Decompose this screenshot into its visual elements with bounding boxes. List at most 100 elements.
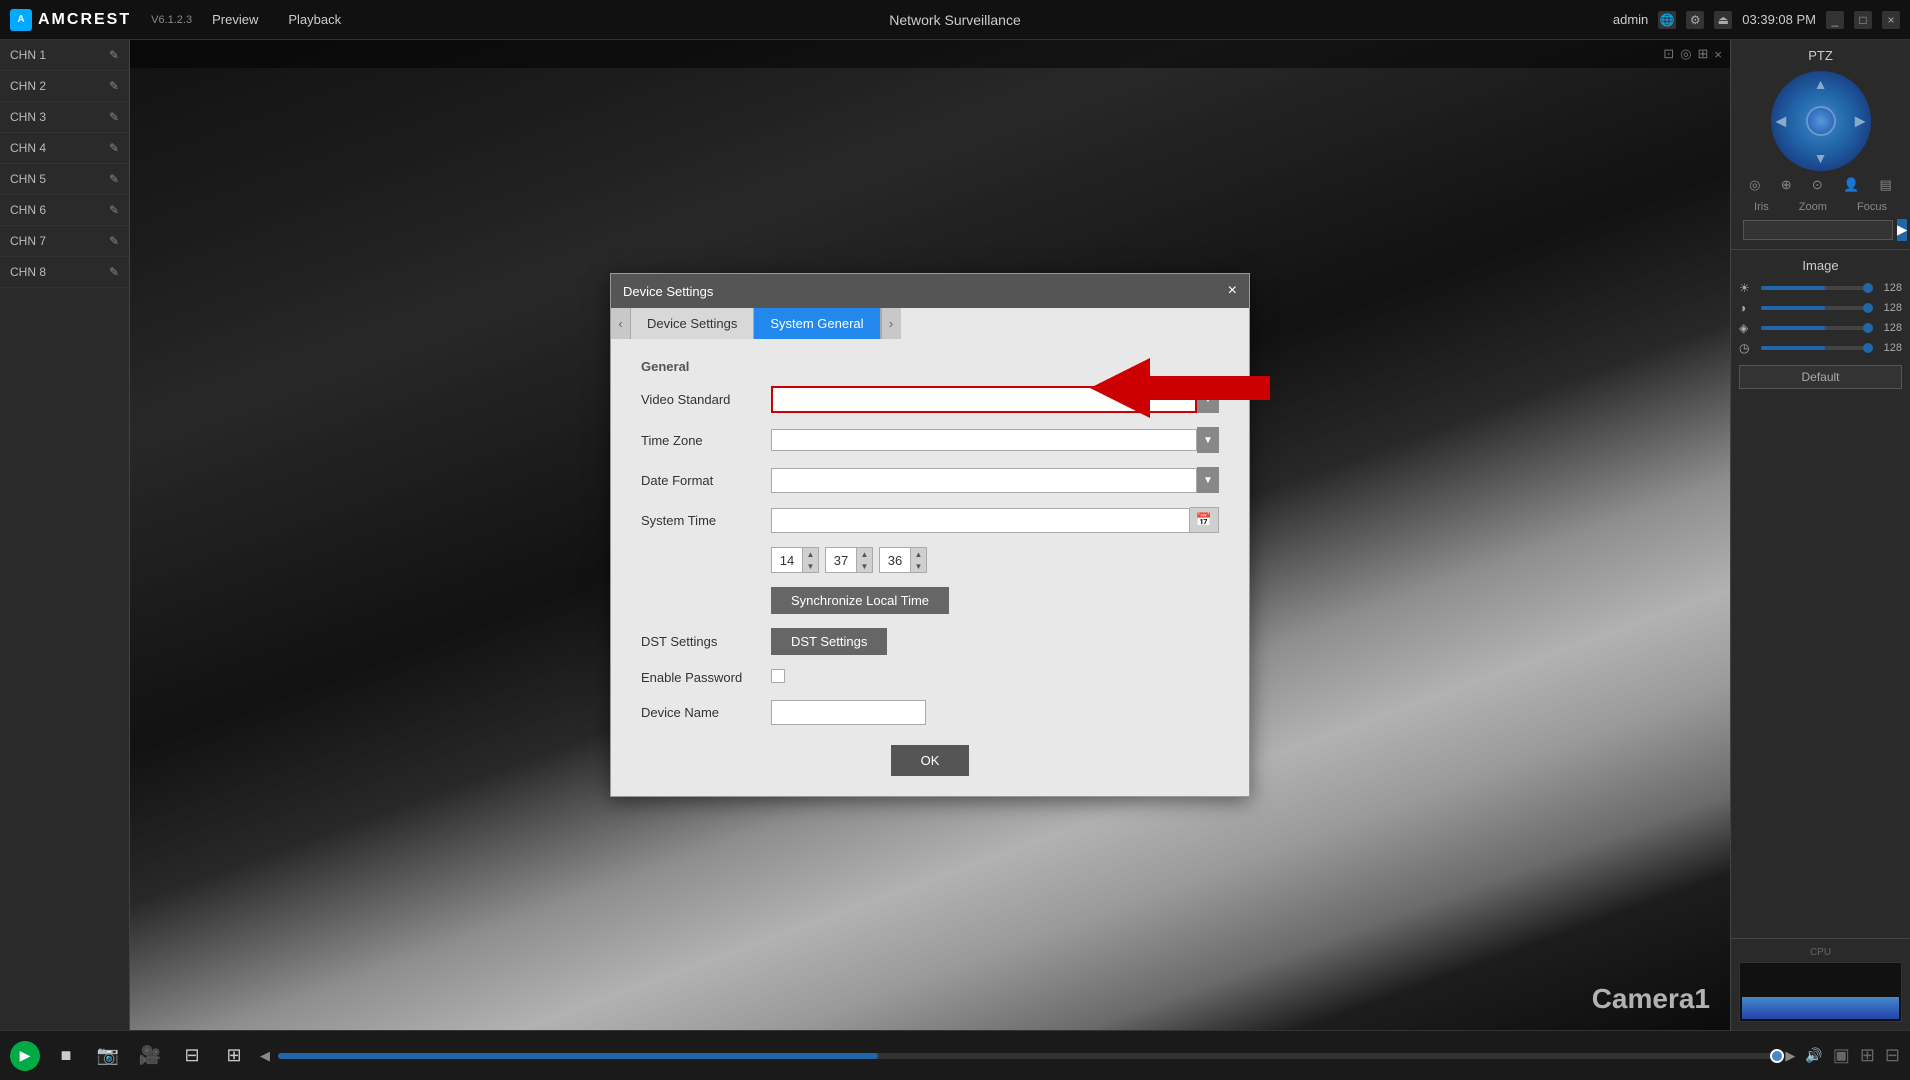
device-name-input[interactable]: mrom960wt: [771, 700, 926, 725]
sync-local-time-button[interactable]: Synchronize Local Time: [771, 587, 949, 614]
minute-spinner-buttons: ▲ ▼: [856, 548, 872, 572]
restore-icon[interactable]: □: [1854, 11, 1872, 29]
grid-layout-button[interactable]: ⊟: [1885, 1045, 1900, 1066]
globe-icon[interactable]: 🌐: [1658, 11, 1676, 29]
app-title: Network Surveillance: [889, 12, 1021, 28]
dialog-tab-bar: ‹ Device Settings System General ›: [611, 308, 1249, 339]
ptz-up-arrow[interactable]: ▲: [1814, 76, 1828, 92]
timeline-right-arrow[interactable]: ▶: [1785, 1048, 1795, 1064]
sidebar-item-chn6[interactable]: CHN 6 ✎: [0, 195, 129, 226]
sidebar-item-chn5[interactable]: CHN 5 ✎: [0, 164, 129, 195]
topbar: A AMCREST V6.1.2.3 Preview Playback Netw…: [0, 0, 1910, 40]
chn5-label: CHN 5: [10, 172, 46, 186]
chn7-icon[interactable]: ✎: [109, 234, 119, 248]
chn4-icon[interactable]: ✎: [109, 141, 119, 155]
hour-up-button[interactable]: ▲: [802, 548, 818, 560]
ptz-left-arrow[interactable]: ◀: [1776, 113, 1787, 130]
sidebar-item-chn2[interactable]: CHN 2 ✎: [0, 71, 129, 102]
chn3-icon[interactable]: ✎: [109, 110, 119, 124]
snapshot-button[interactable]: 📷: [92, 1040, 124, 1072]
video-standard-input[interactable]: NTSC: [771, 386, 1197, 413]
minute-up-button[interactable]: ▲: [856, 548, 872, 560]
sidebar-item-chn7[interactable]: CHN 7 ✎: [0, 226, 129, 257]
settings-icon[interactable]: ⚙: [1686, 11, 1704, 29]
minute-down-button[interactable]: ▼: [856, 560, 872, 572]
sidebar-item-chn8[interactable]: CHN 8 ✎: [0, 257, 129, 288]
tab-system-general[interactable]: System General: [754, 308, 880, 339]
video-standard-dropdown-arrow[interactable]: ▼: [1197, 387, 1219, 413]
layout2-button[interactable]: ⊞: [218, 1040, 250, 1072]
nav-preview[interactable]: Preview: [212, 12, 258, 27]
sidebar-item-chn4[interactable]: CHN 4 ✎: [0, 133, 129, 164]
dialog-nav-right-button[interactable]: ›: [881, 308, 901, 339]
contrast-fill: [1761, 306, 1825, 310]
enable-password-checkbox[interactable]: [771, 669, 785, 683]
record-button[interactable]: 🎥: [134, 1040, 166, 1072]
ptz-go-button[interactable]: ▶: [1897, 219, 1907, 241]
hue-icon: ◷: [1739, 341, 1755, 355]
time-zone-dropdown-arrow[interactable]: ▼: [1197, 427, 1219, 453]
volume-icon[interactable]: 🔊: [1805, 1047, 1822, 1064]
date-format-input[interactable]: DD/MM/YYYY: [771, 468, 1197, 493]
stop-button[interactable]: ■: [50, 1040, 82, 1072]
quad-layout-button[interactable]: ⊞: [1860, 1045, 1875, 1066]
ptz-zoom-icon[interactable]: ⊕: [1781, 177, 1792, 193]
main-area: CHN 1 ✎ CHN 2 ✎ CHN 3 ✎ CHN 4 ✎ CHN 5 ✎ …: [0, 40, 1910, 1030]
ptz-right-arrow[interactable]: ▶: [1855, 113, 1866, 130]
logo-text: AMCREST: [38, 11, 131, 29]
second-up-button[interactable]: ▲: [910, 548, 926, 560]
ptz-landscape-icon[interactable]: ▤: [1880, 177, 1892, 193]
ok-button[interactable]: OK: [891, 745, 970, 776]
ptz-preset-input[interactable]: [1743, 220, 1893, 240]
default-button[interactable]: Default: [1739, 365, 1902, 389]
chn1-label: CHN 1: [10, 48, 46, 62]
dialog-nav-left-button[interactable]: ‹: [611, 308, 631, 339]
sidebar-item-chn1[interactable]: CHN 1 ✎: [0, 40, 129, 71]
sidebar-item-chn3[interactable]: CHN 3 ✎: [0, 102, 129, 133]
layout1-button[interactable]: ⊟: [176, 1040, 208, 1072]
progress-bar[interactable]: [278, 1053, 1777, 1059]
chn5-icon[interactable]: ✎: [109, 172, 119, 186]
ptz-down-arrow[interactable]: ▼: [1814, 150, 1828, 166]
date-input[interactable]: 7/19/2017: [771, 508, 1190, 533]
chn1-icon[interactable]: ✎: [109, 48, 119, 62]
calendar-button[interactable]: 📅: [1190, 507, 1219, 533]
saturation-icon: ◈: [1739, 321, 1755, 335]
hue-track[interactable]: [1761, 346, 1868, 350]
brightness-value: 128: [1874, 282, 1902, 294]
logout-icon[interactable]: ⏏: [1714, 11, 1732, 29]
device-name-control: mrom960wt: [771, 700, 1219, 725]
saturation-row: ◈ 128: [1739, 321, 1902, 335]
time-zone-input[interactable]: (GMT-6:00) Central Time(US&C: [771, 429, 1197, 451]
brightness-track[interactable]: [1761, 286, 1868, 290]
chn8-icon[interactable]: ✎: [109, 265, 119, 279]
dialog-close-button[interactable]: ×: [1228, 282, 1237, 300]
system-time-row: System Time 7/19/2017 📅: [641, 507, 1219, 533]
play-button[interactable]: ▶: [10, 1041, 40, 1071]
close-icon[interactable]: ×: [1882, 11, 1900, 29]
ptz-focus-icon[interactable]: ⊙: [1812, 177, 1823, 193]
saturation-track[interactable]: [1761, 326, 1868, 330]
chn2-icon[interactable]: ✎: [109, 79, 119, 93]
tab-device-settings[interactable]: Device Settings: [631, 308, 754, 339]
single-layout-button[interactable]: ▣: [1833, 1045, 1850, 1066]
ptz-user-icon[interactable]: 👤: [1843, 177, 1859, 193]
second-down-button[interactable]: ▼: [910, 560, 926, 572]
cpu-bar: [1742, 997, 1899, 1019]
topbar-left: A AMCREST V6.1.2.3 Preview Playback: [10, 9, 341, 31]
hour-down-button[interactable]: ▼: [802, 560, 818, 572]
ptz-sub-icons: ◎ ⊕ ⊙ 👤 ▤: [1739, 177, 1902, 193]
chn6-icon[interactable]: ✎: [109, 203, 119, 217]
timeline-left-arrow[interactable]: ◀: [260, 1048, 270, 1064]
second-spinner: 36 ▲ ▼: [879, 547, 927, 573]
video-standard-row: Video Standard NTSC ▼: [641, 386, 1219, 413]
date-format-dropdown-arrow[interactable]: ▼: [1197, 467, 1219, 493]
dst-settings-button[interactable]: DST Settings: [771, 628, 887, 655]
ptz-iris-icon[interactable]: ◎: [1749, 177, 1760, 193]
ptz-center-button[interactable]: [1806, 106, 1836, 136]
ptz-joystick[interactable]: ▲ ▼ ◀ ▶: [1771, 71, 1871, 171]
nav-playback[interactable]: Playback: [288, 12, 341, 27]
contrast-track[interactable]: [1761, 306, 1868, 310]
minimize-icon[interactable]: _: [1826, 11, 1844, 29]
dialog-content: General Video Standard NTSC ▼ Time Zone: [611, 339, 1249, 796]
